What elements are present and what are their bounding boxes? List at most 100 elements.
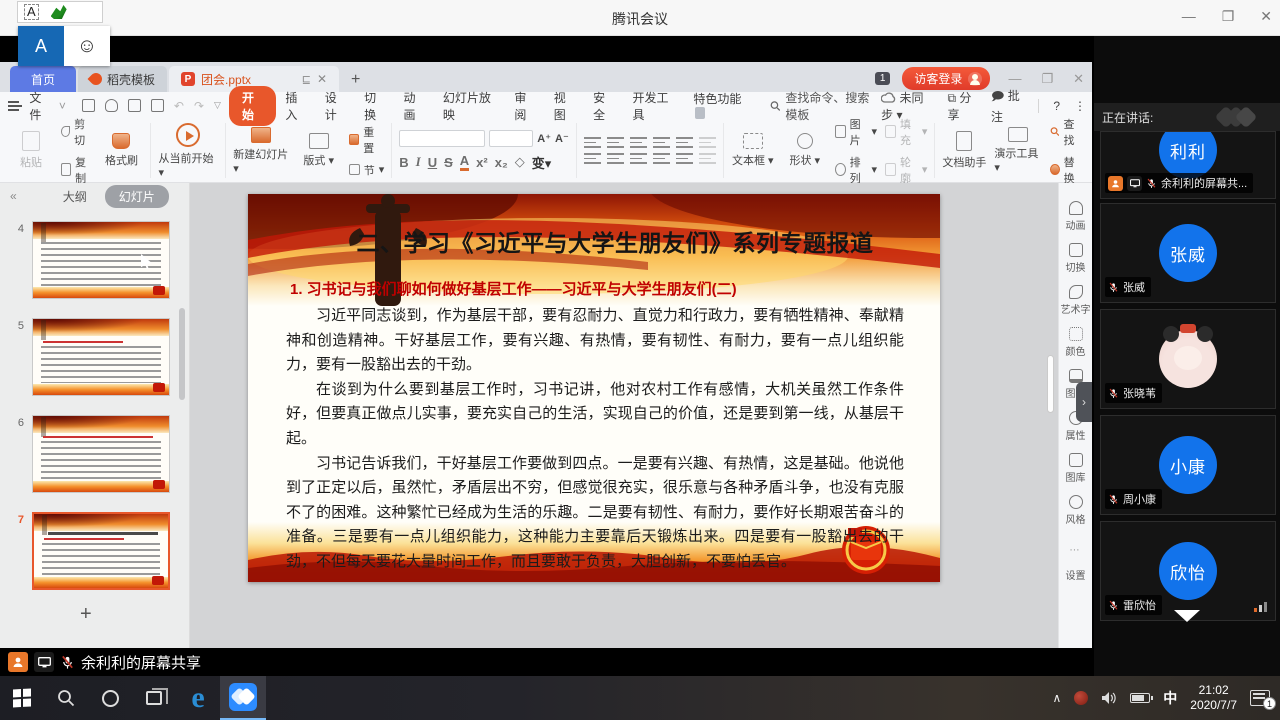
restore-button[interactable]: ❐ <box>1222 8 1235 25</box>
outline-button[interactable]: 轮廓 ▾ <box>885 154 927 186</box>
battery-icon[interactable] <box>1130 693 1150 703</box>
doc-assistant-button[interactable]: 文档助手 <box>942 131 986 170</box>
superscript-button[interactable]: x² <box>476 155 488 170</box>
font-color-button[interactable]: A <box>460 153 469 171</box>
strikethrough-button[interactable]: S <box>444 155 453 170</box>
slide-thumbnail-5[interactable]: 5 <box>12 318 170 396</box>
scroll-down-arrow[interactable] <box>1174 610 1200 622</box>
find-button[interactable]: 查找 <box>1050 116 1083 148</box>
tool-gallery[interactable]: 图库 <box>1066 453 1086 484</box>
text-direction-button[interactable] <box>676 137 693 148</box>
participant-tile-sharing[interactable]: 利利 余利利的屏幕共... <box>1100 131 1276 199</box>
close-button[interactable]: ✕ <box>1260 8 1272 25</box>
tool-colors[interactable]: 颜色 <box>1066 327 1086 358</box>
close-tab-icon[interactable]: ✕ <box>317 72 327 86</box>
tool-transition[interactable]: 切换 <box>1066 243 1086 274</box>
bullets-button[interactable] <box>584 137 601 148</box>
line-spacing-button[interactable] <box>676 153 693 164</box>
wps-restore-button[interactable]: ❐ <box>1041 71 1053 87</box>
play-from-current-button[interactable]: 从当前开始 ▾ <box>158 123 218 179</box>
phonetic-button[interactable]: 变▾ <box>532 153 552 172</box>
edge-browser-icon[interactable]: e <box>176 676 220 720</box>
participant-tile[interactable]: 小康 周小康 <box>1100 415 1276 515</box>
paragraph-more-button[interactable] <box>699 153 716 164</box>
cortana-button[interactable] <box>88 676 132 720</box>
tab-docer-templates[interactable]: 稻壳模板 <box>78 66 167 92</box>
task-view-button[interactable] <box>132 676 176 720</box>
increase-indent-button[interactable] <box>653 137 670 148</box>
section-button[interactable]: 节 ▾ <box>349 162 385 178</box>
shapes-button[interactable]: 形状 ▾ <box>783 133 827 168</box>
picture-button[interactable]: 图片 ▾ <box>835 116 877 148</box>
grow-font-button[interactable]: A⁺ <box>537 132 551 145</box>
new-slide-button[interactable]: 新建幻灯片 ▾ <box>233 127 288 175</box>
share-button[interactable]: ⧉ 分享 <box>948 89 978 123</box>
present-tools-button[interactable]: 演示工具 ▾ <box>994 127 1041 174</box>
collapse-panel-button[interactable]: « <box>10 189 17 203</box>
annotation-toolbar[interactable]: A ☺ <box>18 26 110 66</box>
font-size-select[interactable] <box>489 130 533 147</box>
participant-tile[interactable]: 欣怡 雷欣怡 <box>1100 521 1276 621</box>
italic-button[interactable]: I <box>416 154 421 170</box>
speaker-icon[interactable] <box>1101 691 1117 705</box>
justify-button[interactable] <box>653 153 670 164</box>
help-button[interactable]: ? <box>1053 99 1060 113</box>
more-button[interactable]: ⋮ <box>1074 99 1086 113</box>
tab-outline[interactable]: 大纲 <box>63 188 87 205</box>
reset-button[interactable]: 重置 <box>349 124 385 156</box>
format-painter-button[interactable]: 格式刷 <box>99 133 143 168</box>
text-tool-icon[interactable]: A <box>24 4 39 20</box>
slide-thumbnail-6[interactable]: 6 <box>12 415 170 493</box>
cut-button[interactable]: 剪切 <box>61 116 91 148</box>
arrange-button[interactable]: 排列 ▾ <box>835 154 877 186</box>
align-center-button[interactable] <box>607 153 624 164</box>
tray-expand-icon[interactable]: ∧ <box>1052 691 1061 705</box>
pen-tool-icon[interactable] <box>51 5 67 19</box>
add-slide-button[interactable]: + <box>80 603 92 626</box>
slide-thumbnail-4[interactable]: 4 <box>12 221 170 299</box>
minimize-button[interactable]: — <box>1182 8 1196 25</box>
textbox-button[interactable]: 文本框 ▾ <box>731 133 775 168</box>
wps-minimize-button[interactable]: — <box>1008 71 1021 87</box>
start-button[interactable] <box>0 676 44 720</box>
underline-button[interactable]: U <box>428 155 437 170</box>
thumbnail-scrollbar[interactable] <box>179 308 185 400</box>
numbering-button[interactable] <box>607 137 624 148</box>
tool-wordart[interactable]: 艺术字 <box>1061 285 1091 316</box>
decrease-indent-button[interactable] <box>630 137 647 148</box>
slide-thumbnail-7-selected[interactable]: 7 <box>12 512 170 590</box>
action-center-icon[interactable]: 1 <box>1250 690 1270 706</box>
undo-icon[interactable]: ↶ <box>174 99 184 113</box>
subscript-button[interactable]: x₂ <box>495 155 508 170</box>
message-count-badge[interactable]: 1 <box>875 72 891 85</box>
quick-access-toolbar[interactable]: ↶ ↷ ▽ <box>74 99 229 113</box>
font-name-select[interactable] <box>399 130 485 147</box>
customize-icon[interactable]: ▽ <box>214 100 221 111</box>
replace-button[interactable]: 替换 <box>1050 154 1083 186</box>
output-icon[interactable] <box>105 99 118 112</box>
save-icon[interactable] <box>82 99 95 112</box>
expand-panel-tab[interactable]: › <box>1076 382 1092 422</box>
canvas-scrollbar[interactable] <box>1047 355 1054 413</box>
tool-settings[interactable]: 设置 <box>1066 567 1086 582</box>
wps-close-button[interactable]: ✕ <box>1073 71 1084 87</box>
annotation-mini-toolbar[interactable]: A <box>17 1 103 23</box>
shrink-font-button[interactable]: A⁻ <box>555 132 569 145</box>
tool-style[interactable]: 风格 <box>1066 495 1086 526</box>
participant-tile[interactable]: 张晓苇 <box>1100 309 1276 409</box>
tray-app-icon[interactable] <box>1074 691 1088 705</box>
clear-format-button[interactable]: ◇ <box>515 154 525 170</box>
taskbar-clock[interactable]: 21:02 2020/7/7 <box>1190 683 1237 713</box>
bold-button[interactable]: B <box>399 155 408 170</box>
align-left-button[interactable] <box>584 153 601 164</box>
layout-button[interactable]: 版式 ▾ <box>297 133 341 168</box>
tool-animation[interactable]: 动画 <box>1066 201 1086 232</box>
fill-button[interactable]: 填充 ▾ <box>885 116 927 148</box>
align-right-button[interactable] <box>630 153 647 164</box>
tab-slides[interactable]: 幻灯片 <box>105 185 169 208</box>
current-slide[interactable]: 二、学习《习近平与大学生朋友们》系列专题报道 1. 习书记与我们聊如何做好基层工… <box>248 194 940 582</box>
tencent-meeting-taskbar-icon[interactable] <box>220 676 266 720</box>
emoji-annotate-button[interactable]: ☺ <box>64 26 110 66</box>
ime-indicator[interactable]: 中 <box>1163 688 1177 708</box>
taskbar-search-button[interactable] <box>44 676 88 720</box>
